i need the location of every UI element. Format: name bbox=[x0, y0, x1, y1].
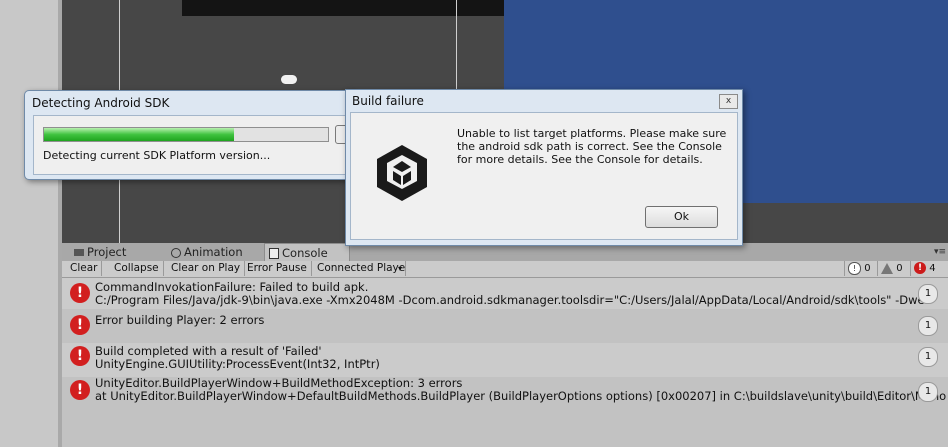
progress-status: Detecting current SDK Platform version..… bbox=[43, 149, 271, 162]
collapse-button[interactable]: Collapse bbox=[110, 261, 164, 276]
warning-icon bbox=[881, 262, 893, 274]
log-row[interactable]: ! Build completed with a result of 'Fail… bbox=[62, 343, 948, 377]
clear-button[interactable]: Clear bbox=[66, 261, 103, 276]
tab-animation[interactable]: Animation bbox=[167, 243, 243, 261]
chevron-down-icon: ▾ bbox=[397, 264, 402, 273]
left-panel-strip bbox=[0, 0, 62, 447]
tab-console-label: Console bbox=[282, 246, 328, 260]
tab-project[interactable]: Project bbox=[70, 243, 126, 261]
tab-animation-label: Animation bbox=[184, 245, 243, 259]
progress-bar bbox=[43, 127, 329, 142]
unity-logo-icon bbox=[371, 141, 433, 206]
warning-count: 0 bbox=[896, 263, 903, 274]
connected-player-dropdown[interactable]: Connected Playe ▾ bbox=[313, 261, 406, 276]
tab-console[interactable]: Console bbox=[264, 243, 350, 261]
tab-project-label: Project bbox=[87, 245, 127, 259]
console-toolbar: Clear Collapse Clear on Play Error Pause… bbox=[62, 261, 948, 278]
dialog-body: Unable to list target platforms. Please … bbox=[350, 112, 738, 240]
dialog-title: Build failure bbox=[352, 94, 424, 108]
detecting-sdk-dialog: Detecting Android SDK Detecting current … bbox=[24, 90, 357, 180]
scene-object bbox=[182, 0, 518, 16]
connected-player-label: Connected Playe bbox=[317, 262, 406, 274]
error-pause-button[interactable]: Error Pause bbox=[243, 261, 312, 276]
log-row[interactable]: ! UnityEditor.BuildPlayerWindow+BuildMet… bbox=[62, 377, 948, 447]
dialog-title: Detecting Android SDK bbox=[32, 96, 170, 110]
tab-menu-icon[interactable]: ▾≡ bbox=[934, 247, 946, 257]
console-icon bbox=[269, 248, 279, 259]
error-icon: ! bbox=[70, 283, 90, 303]
error-count: 4 bbox=[929, 263, 936, 274]
log-count-badge: 1 bbox=[918, 347, 938, 367]
log-message-line2: C:/Program Files/Java/jdk-9\bin\java.exe… bbox=[95, 293, 925, 307]
error-icon: ! bbox=[914, 262, 926, 274]
error-icon: ! bbox=[70, 315, 90, 335]
folder-icon bbox=[74, 249, 84, 256]
error-icon: ! bbox=[70, 380, 90, 400]
warning-filter-toggle[interactable]: 0 bbox=[877, 261, 903, 276]
build-failure-dialog: Build failure x Unable to list target pl… bbox=[345, 89, 743, 246]
dialog-body: Detecting current SDK Platform version..… bbox=[33, 115, 357, 175]
clear-on-play-button[interactable]: Clear on Play bbox=[167, 261, 246, 276]
log-message-line2: UnityEngine.GUIUtility:ProcessEvent(Int3… bbox=[95, 357, 380, 371]
error-icon: ! bbox=[70, 346, 90, 366]
error-filter-toggle[interactable]: ! 4 bbox=[910, 261, 936, 276]
log-count-badge: 1 bbox=[918, 316, 938, 336]
log-message-line1: Error building Player: 2 errors bbox=[95, 313, 265, 327]
close-button[interactable]: x bbox=[719, 94, 738, 109]
info-icon: ! bbox=[848, 261, 861, 275]
console-log-list[interactable]: ! CommandInvokationFailure: Failed to bu… bbox=[62, 278, 948, 447]
info-filter-toggle[interactable]: ! 0 bbox=[844, 261, 871, 276]
cloud-icon bbox=[281, 75, 297, 84]
log-row[interactable]: ! Error building Player: 2 errors 1 bbox=[62, 309, 948, 343]
log-message-line2: at UnityEditor.BuildPlayerWindow+Default… bbox=[95, 389, 947, 403]
ok-button[interactable]: Ok bbox=[645, 206, 718, 228]
progress-fill bbox=[44, 128, 235, 141]
error-message: Unable to list target platforms. Please … bbox=[457, 127, 727, 166]
log-row[interactable]: ! CommandInvokationFailure: Failed to bu… bbox=[62, 278, 948, 309]
clock-icon bbox=[171, 247, 181, 258]
log-count-badge: 1 bbox=[918, 284, 938, 304]
info-count: 0 bbox=[864, 263, 871, 274]
log-count-badge: 1 bbox=[918, 382, 938, 402]
